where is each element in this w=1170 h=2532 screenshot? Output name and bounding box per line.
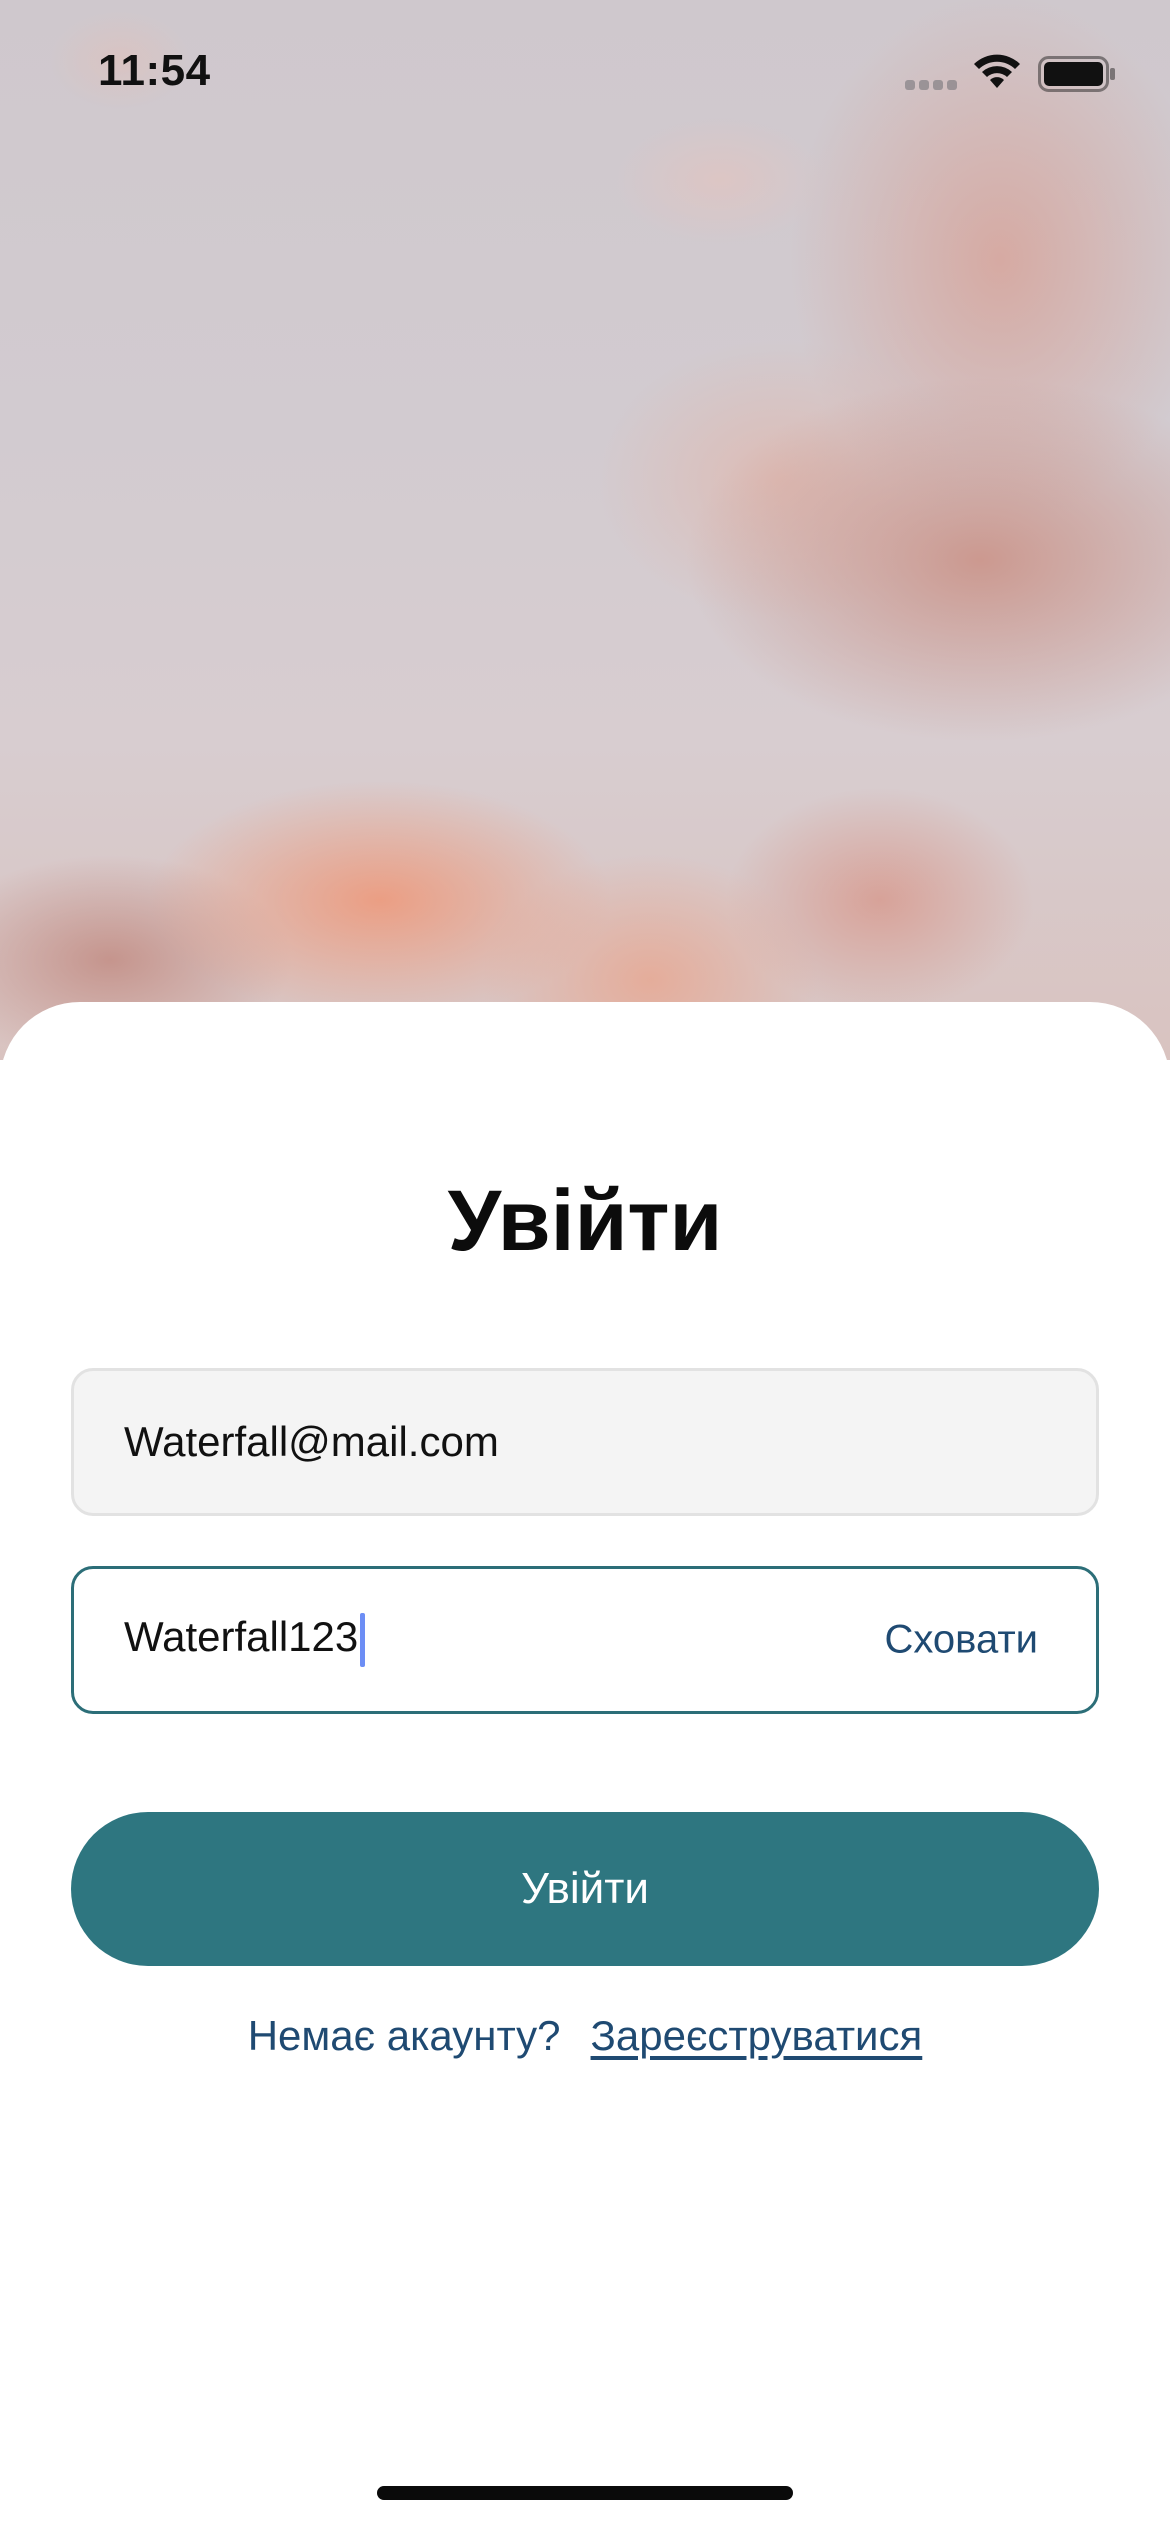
signup-row: Немає акаунту? Зареєструватися — [0, 2012, 1170, 2060]
page-title: Увійти — [447, 1173, 723, 1269]
register-link[interactable]: Зареєструватися — [591, 2012, 923, 2059]
text-cursor — [360, 1613, 366, 1667]
cellular-signal-icon — [905, 80, 957, 92]
email-field[interactable]: Waterfall@mail.com — [71, 1368, 1099, 1516]
sky-background-image — [0, 0, 1170, 1060]
battery-icon — [1038, 56, 1115, 92]
password-value-wrapper: Waterfall123 — [124, 1613, 366, 1667]
hide-password-button[interactable]: Сховати — [884, 1618, 1038, 1663]
login-screen: 11:54 Увійти Waterfall@mail.com Waterfal… — [0, 0, 1170, 2532]
wifi-icon — [974, 54, 1020, 88]
no-account-text: Немає акаунту? — [247, 2012, 561, 2059]
home-indicator[interactable] — [377, 2486, 793, 2500]
password-field[interactable]: Waterfall123 Сховати — [71, 1566, 1099, 1714]
email-value: Waterfall@mail.com — [124, 1418, 499, 1465]
login-sheet: Увійти Waterfall@mail.com Waterfall123 С… — [0, 1002, 1170, 2532]
status-time: 11:54 — [98, 46, 211, 95]
status-bar: 11:54 — [0, 0, 1170, 140]
login-button[interactable]: Увійти — [71, 1812, 1099, 1966]
password-value: Waterfall123 — [124, 1613, 359, 1661]
